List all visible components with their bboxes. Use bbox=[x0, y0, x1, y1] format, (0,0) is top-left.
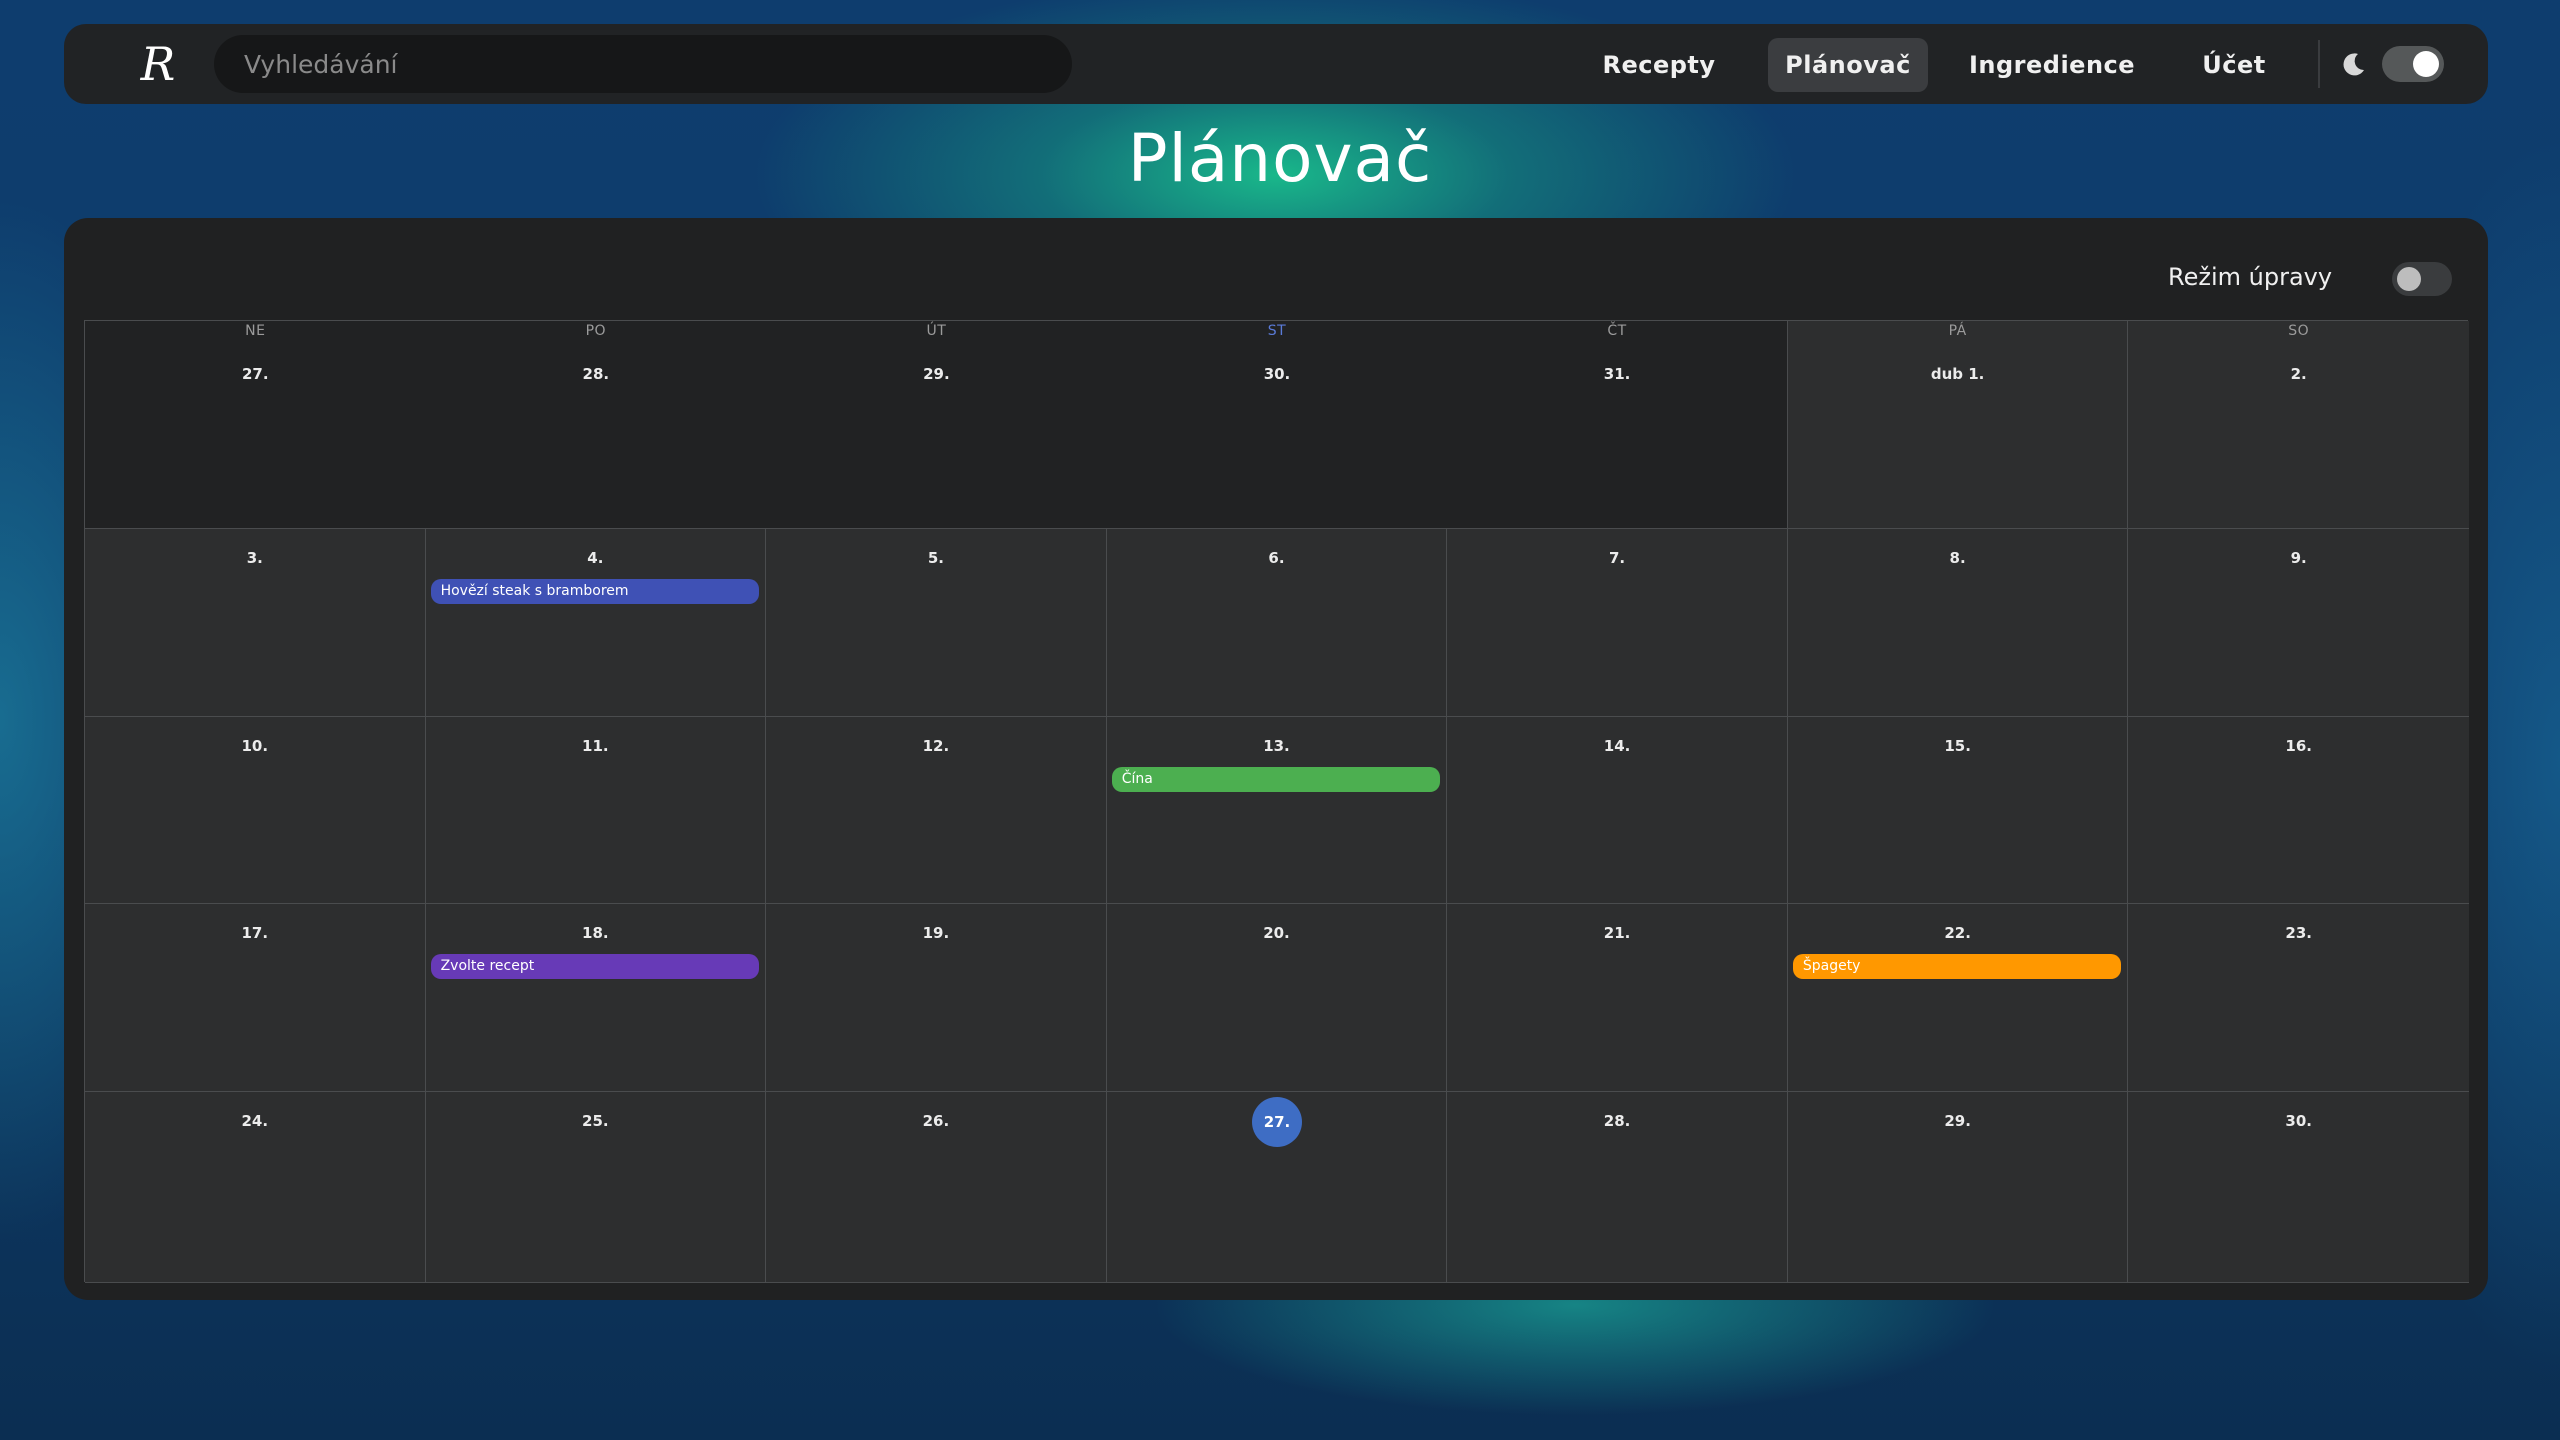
day-number[interactable]: 23. bbox=[2128, 924, 2469, 942]
calendar-day-cell[interactable]: 4. Hovězí steak s bramborem bbox=[425, 529, 767, 717]
weekday-header: PÁ bbox=[1948, 323, 1967, 339]
nav-link-planovac[interactable]: Plánovač bbox=[1768, 38, 1928, 92]
nav-link-ingredience[interactable]: Ingredience bbox=[1964, 38, 2140, 92]
day-number[interactable]: 28. bbox=[426, 365, 767, 383]
edit-mode-toggle[interactable] bbox=[2392, 262, 2452, 296]
day-number[interactable]: 13. bbox=[1107, 737, 1447, 755]
day-number[interactable]: 9. bbox=[2128, 549, 2469, 567]
calendar-day-cell[interactable]: 10. bbox=[85, 717, 426, 904]
top-navbar: R Recepty Plánovač Ingredience Účet bbox=[64, 24, 2488, 104]
day-number[interactable]: 25. bbox=[426, 1112, 766, 1130]
calendar-day-cell[interactable]: 22. Špagety bbox=[1787, 904, 2129, 1092]
weekday-header: ČT bbox=[1607, 323, 1627, 339]
calendar-day-cell[interactable]: 30. bbox=[2128, 1092, 2469, 1283]
day-number[interactable]: 26. bbox=[766, 1112, 1106, 1130]
calendar-day-cell[interactable]: 24. bbox=[85, 1092, 426, 1283]
day-number[interactable]: 29. bbox=[766, 365, 1107, 383]
nav-link-ucet[interactable]: Účet bbox=[2194, 38, 2274, 92]
day-number[interactable]: 28. bbox=[1447, 1112, 1787, 1130]
calendar-day-cell[interactable]: 15. bbox=[1787, 717, 2129, 904]
day-number[interactable]: 31. bbox=[1447, 365, 1787, 383]
app-logo[interactable]: R bbox=[130, 36, 186, 92]
calendar-day-cell[interactable]: 14. bbox=[1447, 717, 1788, 904]
calendar-day-cell[interactable]: 16. bbox=[2128, 717, 2469, 904]
day-number[interactable]: 10. bbox=[85, 737, 425, 755]
weekday-header: PO bbox=[585, 323, 607, 339]
calendar-day-cell[interactable]: 26. bbox=[766, 1092, 1107, 1283]
calendar-day-cell[interactable]: 8. bbox=[1787, 529, 2129, 717]
meal-event[interactable]: Zvolte recept bbox=[430, 954, 760, 979]
calendar-day-cell[interactable]: 3. bbox=[85, 529, 426, 717]
calendar-day-cell[interactable]: 28. bbox=[1447, 1092, 1788, 1283]
calendar-day-cell[interactable]: 29. bbox=[1787, 1092, 2129, 1283]
calendar-day-cell[interactable]: 23. bbox=[2128, 904, 2469, 1092]
day-number[interactable]: 20. bbox=[1107, 924, 1447, 942]
nav-link-recepty[interactable]: Recepty bbox=[1584, 38, 1734, 92]
meal-event[interactable]: Čína bbox=[1111, 767, 1441, 792]
calendar-day-cell[interactable]: 12. bbox=[766, 717, 1107, 904]
day-number[interactable]: 6. bbox=[1107, 549, 1447, 567]
day-number[interactable]: 30. bbox=[1107, 365, 1448, 383]
calendar-day-cell[interactable]: 25. bbox=[425, 1092, 767, 1283]
day-number[interactable]: 16. bbox=[2128, 737, 2469, 755]
weekday-header: SO bbox=[2288, 323, 2310, 339]
calendar-day-cell[interactable]: 11. bbox=[425, 717, 767, 904]
dark-mode-toggle-knob bbox=[2413, 51, 2439, 77]
calendar-day-cell[interactable]: 21. bbox=[1447, 904, 1788, 1092]
day-number[interactable]: 11. bbox=[426, 737, 766, 755]
meal-event[interactable]: Hovězí steak s bramborem bbox=[430, 579, 760, 604]
day-number[interactable]: 29. bbox=[1788, 1112, 2128, 1130]
weekday-header: ÚT bbox=[926, 323, 947, 339]
day-number[interactable]: 5. bbox=[766, 549, 1106, 567]
search-input[interactable] bbox=[214, 35, 1072, 93]
day-number[interactable]: 4. bbox=[426, 549, 766, 567]
edit-mode-label: Režim úpravy bbox=[2168, 263, 2333, 291]
calendar-day-cell[interactable]: 27. bbox=[1106, 1092, 1448, 1283]
day-number[interactable]: 21. bbox=[1447, 924, 1787, 942]
day-number[interactable]: 22. bbox=[1788, 924, 2128, 942]
dark-mode-toggle[interactable] bbox=[2382, 46, 2444, 82]
calendar-day-cell[interactable]: PÁ dub 1. bbox=[1787, 321, 2129, 529]
calendar-day-cell[interactable]: ST 30. bbox=[1106, 321, 1448, 529]
calendar-day-cell[interactable]: 13. Čína bbox=[1106, 717, 1448, 904]
day-number[interactable]: 19. bbox=[766, 924, 1106, 942]
calendar-day-cell[interactable]: 7. bbox=[1447, 529, 1788, 717]
day-number[interactable]: 3. bbox=[85, 549, 425, 567]
calendar-day-cell[interactable]: NE 27. bbox=[85, 321, 426, 529]
day-number[interactable]: 7. bbox=[1447, 549, 1787, 567]
day-number[interactable]: 18. bbox=[426, 924, 766, 942]
calendar-day-cell[interactable]: ČT 31. bbox=[1447, 321, 1788, 529]
edit-mode-toggle-knob bbox=[2397, 267, 2421, 291]
calendar-day-cell[interactable]: 9. bbox=[2128, 529, 2469, 717]
calendar-day-cell[interactable]: 5. bbox=[766, 529, 1107, 717]
calendar-day-cell[interactable]: ÚT 29. bbox=[766, 321, 1107, 529]
calendar-day-cell[interactable]: PO 28. bbox=[425, 321, 767, 529]
day-number[interactable]: 8. bbox=[1788, 549, 2128, 567]
nav-divider bbox=[2318, 40, 2320, 88]
today-date-marker[interactable]: 27. bbox=[1251, 1097, 1302, 1147]
calendar-day-cell[interactable]: 6. bbox=[1106, 529, 1448, 717]
day-number[interactable]: 30. bbox=[2128, 1112, 2469, 1130]
day-number[interactable]: 17. bbox=[85, 924, 425, 942]
weekday-header: ST bbox=[1267, 323, 1287, 339]
day-number[interactable]: 12. bbox=[766, 737, 1106, 755]
calendar-grid: NE 27. PO 28. ÚT 29. ST 30. ČT 31. PÁ dub 1. SO 2. 3. 4… bbox=[84, 320, 2469, 1283]
day-number[interactable]: 2. bbox=[2128, 365, 2469, 383]
weekday-header: NE bbox=[245, 323, 266, 339]
page-title: Plánovač bbox=[1127, 120, 1433, 197]
day-number[interactable]: dub 1. bbox=[1788, 365, 2128, 383]
day-number[interactable]: 27. bbox=[85, 365, 426, 383]
calendar-day-cell[interactable]: SO 2. bbox=[2128, 321, 2469, 529]
calendar-day-cell[interactable]: 20. bbox=[1106, 904, 1448, 1092]
meal-event[interactable]: Špagety bbox=[1792, 954, 2122, 979]
day-number[interactable]: 14. bbox=[1447, 737, 1787, 755]
calendar-day-cell[interactable]: 18. Zvolte recept bbox=[425, 904, 767, 1092]
day-number[interactable]: 15. bbox=[1788, 737, 2128, 755]
calendar-day-cell[interactable]: 17. bbox=[85, 904, 426, 1092]
moon-icon bbox=[2343, 53, 2364, 76]
day-number[interactable]: 24. bbox=[85, 1112, 425, 1130]
calendar-day-cell[interactable]: 19. bbox=[766, 904, 1107, 1092]
